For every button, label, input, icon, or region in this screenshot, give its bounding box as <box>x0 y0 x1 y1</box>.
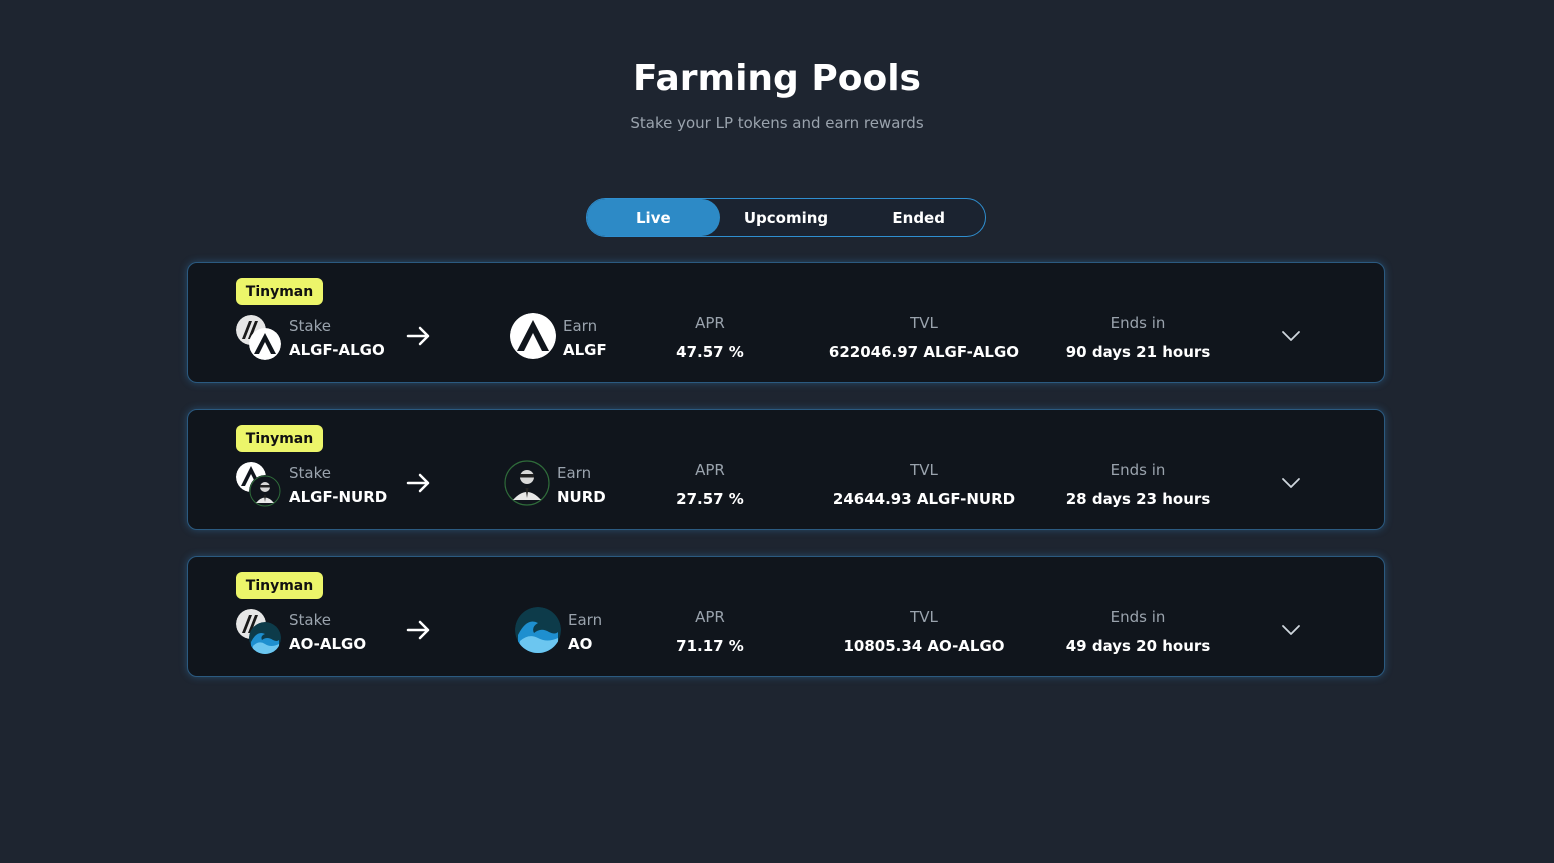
tvl-label: TVL <box>910 608 938 626</box>
farming-pools-page: Farming Pools Stake your LP tokens and e… <box>0 0 1554 863</box>
earn-label: Earn <box>568 611 603 629</box>
stake-token-pair-icons <box>236 609 282 654</box>
apr-column: APR 47.57 % <box>650 314 770 361</box>
ends-in-label: Ends in <box>1110 608 1166 626</box>
apr-column: APR 71.17 % <box>650 608 770 655</box>
tvl-value: 24644.93 ALGF-NURD <box>832 490 1016 508</box>
earn-info: Earn AO <box>568 610 602 653</box>
arrow-right-icon <box>406 473 430 493</box>
earn-label: Earn <box>563 317 598 335</box>
algofi-icon <box>510 313 556 359</box>
tvl-column: TVL 24644.93 ALGF-NURD <box>804 461 1044 508</box>
stake-info: Stake ALGF-ALGO <box>289 316 385 359</box>
apr-value: 47.57 % <box>676 343 744 361</box>
algofi-icon <box>249 328 281 360</box>
tvl-column: TVL 622046.97 ALGF-ALGO <box>804 314 1044 361</box>
tvl-value: 622046.97 ALGF-ALGO <box>828 343 1020 361</box>
stake-label: Stake <box>289 317 331 335</box>
ends-in-label: Ends in <box>1110 461 1166 479</box>
chevron-down-icon[interactable] <box>1280 325 1302 347</box>
apr-label: APR <box>695 608 725 626</box>
pool-card-ao-algo[interactable]: Tinyman Stake AO-ALGO Earn AO APR 71.17 … <box>187 556 1385 677</box>
apr-column: APR 27.57 % <box>650 461 770 508</box>
ends-in-label: Ends in <box>1110 314 1166 332</box>
tvl-value: 10805.34 AO-ALGO <box>843 637 1005 655</box>
tab-ended[interactable]: Ended <box>852 199 985 236</box>
earn-label: Earn <box>557 464 592 482</box>
earn-info: Earn ALGF <box>563 316 607 359</box>
ends-in-column: Ends in 90 days 21 hours <box>1058 314 1218 361</box>
nurd-icon <box>504 460 550 506</box>
tvl-column: TVL 10805.34 AO-ALGO <box>804 608 1044 655</box>
earn-token: ALGF <box>563 341 607 359</box>
wave-icon <box>249 622 281 654</box>
apr-label: APR <box>695 461 725 479</box>
arrow-right-icon <box>406 326 430 346</box>
stake-info: Stake AO-ALGO <box>289 610 366 653</box>
ends-in-value: 49 days 20 hours <box>1065 637 1211 655</box>
stake-token: ALGF-ALGO <box>289 341 385 359</box>
stake-token: AO-ALGO <box>289 635 367 653</box>
ends-in-column: Ends in 49 days 20 hours <box>1058 608 1218 655</box>
apr-value: 27.57 % <box>676 490 744 508</box>
ends-in-value: 90 days 21 hours <box>1065 343 1211 361</box>
tab-upcoming[interactable]: Upcoming <box>720 199 853 236</box>
wave-icon <box>515 607 561 653</box>
platform-badge: Tinyman <box>236 425 323 452</box>
stake-label: Stake <box>289 464 331 482</box>
pool-status-tabs: Live Upcoming Ended <box>586 198 986 237</box>
earn-token: AO <box>568 635 593 653</box>
apr-value: 71.17 % <box>676 637 744 655</box>
pool-card-algf-nurd[interactable]: Tinyman Stake ALGF-NURD Earn NURD APR 27… <box>187 409 1385 530</box>
tvl-label: TVL <box>910 314 938 332</box>
chevron-down-icon[interactable] <box>1280 472 1302 494</box>
page-title: Farming Pools <box>633 58 921 99</box>
arrow-right-icon <box>406 620 430 640</box>
page-subtitle: Stake your LP tokens and earn rewards <box>630 114 924 132</box>
stake-label: Stake <box>289 611 331 629</box>
nurd-icon <box>249 475 281 507</box>
platform-badge: Tinyman <box>236 278 323 305</box>
stake-token: ALGF-NURD <box>289 488 388 506</box>
apr-label: APR <box>695 314 725 332</box>
stake-token-pair-icons <box>236 462 282 507</box>
platform-badge: Tinyman <box>236 572 323 599</box>
ends-in-value: 28 days 23 hours <box>1065 490 1211 508</box>
pool-card-algf-algo[interactable]: Tinyman Stake ALGF-ALGO Earn ALGF APR 47… <box>187 262 1385 383</box>
earn-info: Earn NURD <box>557 463 606 506</box>
stake-token-pair-icons <box>236 315 282 360</box>
chevron-down-icon[interactable] <box>1280 619 1302 641</box>
tab-live[interactable]: Live <box>587 199 720 236</box>
tvl-label: TVL <box>910 461 938 479</box>
ends-in-column: Ends in 28 days 23 hours <box>1058 461 1218 508</box>
earn-token: NURD <box>557 488 606 506</box>
stake-info: Stake ALGF-NURD <box>289 463 387 506</box>
